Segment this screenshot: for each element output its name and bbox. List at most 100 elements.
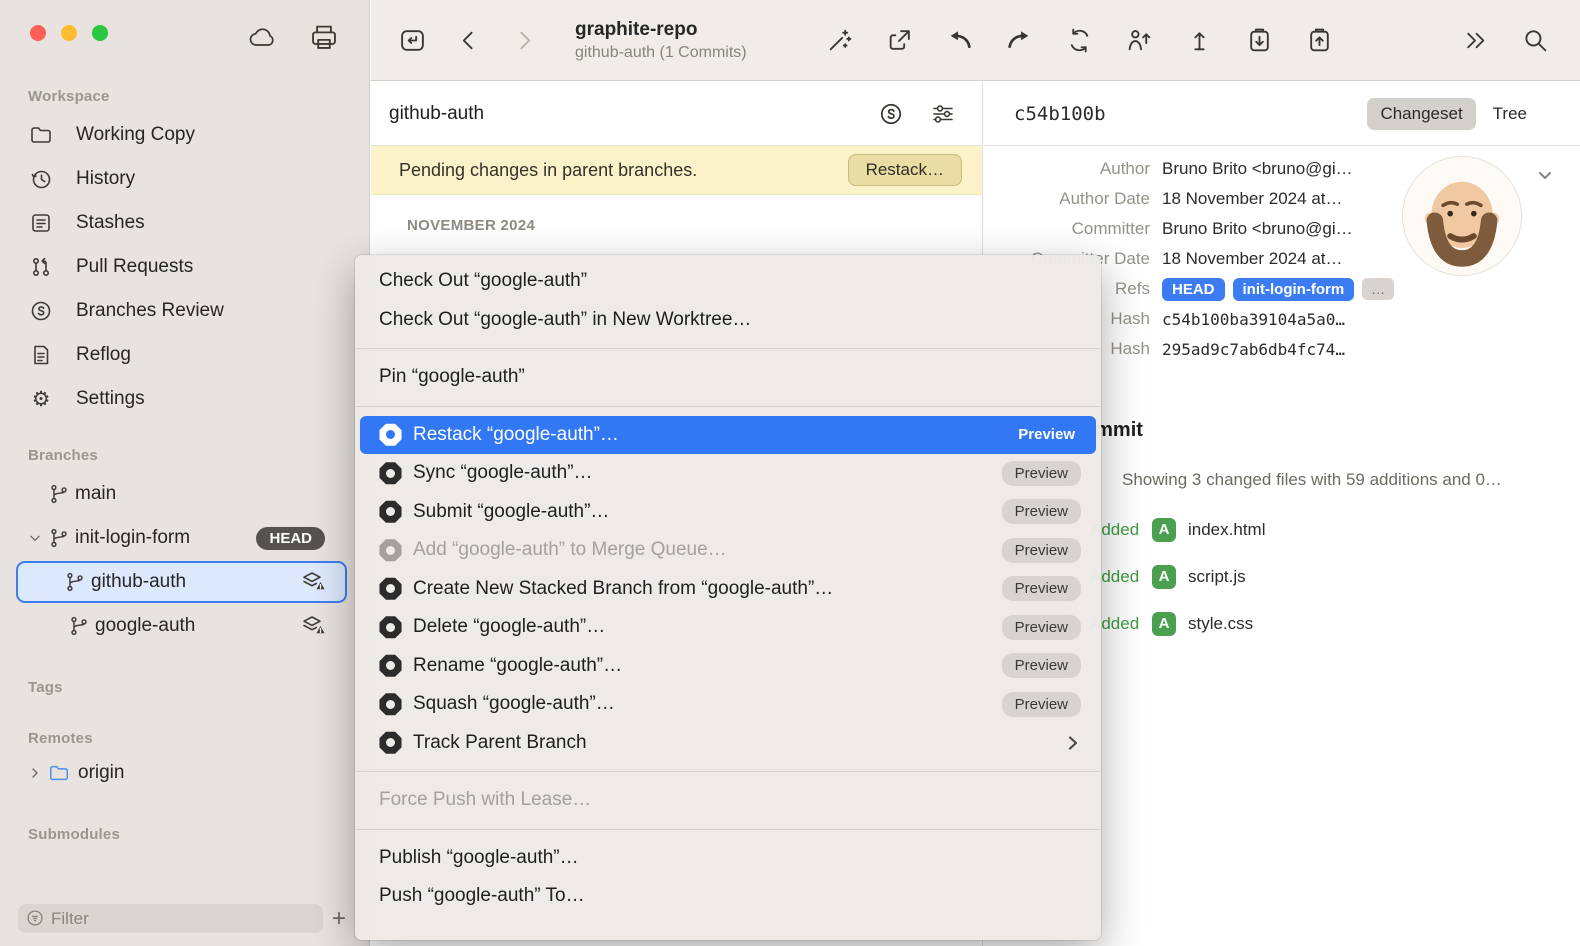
file-name: script.js bbox=[1188, 567, 1246, 587]
filter-options-icon[interactable] bbox=[928, 99, 958, 129]
branch-label: github-auth bbox=[91, 571, 186, 593]
wand-icon[interactable] bbox=[824, 25, 854, 55]
menu-item-publish[interactable]: Publish “google-auth”… bbox=[355, 839, 1101, 878]
menu-item-delete[interactable]: Delete “google-auth”…Preview bbox=[355, 608, 1101, 647]
back-icon[interactable] bbox=[453, 25, 483, 55]
cloud-icon[interactable] bbox=[245, 22, 279, 57]
menu-item-track-parent-branch[interactable]: Track Parent Branch bbox=[355, 724, 1101, 763]
filter-field[interactable] bbox=[18, 904, 323, 933]
window-title: graphite-repo bbox=[575, 19, 747, 41]
menu-item-rename[interactable]: Rename “google-auth”…Preview bbox=[355, 647, 1101, 686]
close-button[interactable] bbox=[30, 25, 46, 41]
sidebar-item-label: Branches Review bbox=[76, 300, 224, 322]
zoom-button[interactable] bbox=[92, 25, 108, 41]
add-button[interactable]: + bbox=[323, 907, 355, 931]
sidebar-branch-main[interactable]: main bbox=[0, 472, 369, 516]
preview-badge: Preview bbox=[1002, 461, 1081, 486]
minimize-button[interactable] bbox=[61, 25, 77, 41]
toolbar: graphite-repo github-auth (1 Commits) bbox=[371, 0, 1580, 81]
tab-changeset[interactable]: Changeset bbox=[1367, 98, 1475, 130]
sidebar-item-pull-requests[interactable]: Pull Requests bbox=[0, 245, 369, 289]
reflog-icon bbox=[28, 343, 54, 367]
more-toolbar-items-icon[interactable] bbox=[1460, 25, 1490, 55]
commit-id: c54b100b bbox=[1014, 103, 1106, 125]
file-status-badge: A bbox=[1152, 518, 1176, 542]
graphite-gem-icon bbox=[379, 616, 402, 639]
menu-item-checkout-worktree[interactable]: Check Out “google-auth” in New Worktree… bbox=[355, 301, 1101, 340]
open-repository-icon[interactable] bbox=[397, 25, 427, 55]
menu-item-push-to[interactable]: Push “google-auth” To… bbox=[355, 877, 1101, 916]
pull-arrow-icon[interactable] bbox=[1004, 25, 1034, 55]
date-group-header: NOVEMBER 2024 bbox=[407, 217, 982, 234]
menu-item-force-push-lease: Force Push with Lease… bbox=[355, 781, 1101, 820]
restack-button[interactable]: Restack… bbox=[848, 154, 962, 186]
sidebar-item-label: Settings bbox=[76, 388, 145, 410]
folder-icon bbox=[28, 123, 54, 147]
file-name: style.css bbox=[1188, 614, 1253, 634]
sidebar-item-history[interactable]: History bbox=[0, 157, 369, 201]
branch-icon bbox=[48, 527, 70, 549]
preview-badge: Preview bbox=[1002, 653, 1081, 678]
filter-input[interactable] bbox=[51, 909, 314, 929]
sidebar-branch-google-auth[interactable]: google-auth bbox=[0, 604, 369, 648]
menu-item-restack[interactable]: Restack “google-auth”…Preview bbox=[360, 416, 1096, 455]
sync-arrows-icon[interactable] bbox=[1064, 25, 1094, 55]
preview-badge: Preview bbox=[1002, 499, 1081, 524]
sidebar-item-label: Reflog bbox=[76, 344, 131, 366]
stacked-changes-icon[interactable] bbox=[876, 99, 906, 129]
push-arrow-icon[interactable] bbox=[1184, 25, 1214, 55]
refs-more-button[interactable]: … bbox=[1362, 278, 1394, 300]
forward-icon[interactable] bbox=[509, 25, 539, 55]
window-controls bbox=[30, 25, 108, 41]
chevron-down-icon[interactable] bbox=[22, 530, 48, 546]
person-arrow-icon[interactable] bbox=[1124, 25, 1154, 55]
sidebar-item-settings[interactable]: ⚙ Settings bbox=[0, 377, 369, 421]
tab-tree[interactable]: Tree bbox=[1480, 98, 1540, 130]
menu-item-add-merge-queue: Add “google-auth” to Merge Queue…Preview bbox=[355, 531, 1101, 570]
clipboard-up-icon[interactable] bbox=[1304, 25, 1334, 55]
author-avatar bbox=[1402, 156, 1522, 276]
sidebar-item-label: Pull Requests bbox=[76, 256, 193, 278]
menu-item-sync[interactable]: Sync “google-auth”…Preview bbox=[355, 454, 1101, 493]
clipboard-down-icon[interactable] bbox=[1244, 25, 1274, 55]
graphite-gem-icon bbox=[379, 577, 402, 600]
remote-folder-icon bbox=[48, 762, 70, 784]
stashes-icon bbox=[28, 211, 54, 235]
file-name: index.html bbox=[1188, 520, 1265, 540]
sidebar-branch-github-auth[interactable]: github-auth bbox=[16, 561, 347, 603]
search-icon[interactable] bbox=[1520, 25, 1550, 55]
chevron-right-icon[interactable] bbox=[22, 765, 48, 781]
pull-request-icon bbox=[28, 255, 54, 279]
menu-separator bbox=[356, 406, 1100, 407]
sidebar-remote-origin[interactable]: origin bbox=[0, 751, 369, 795]
menu-item-squash[interactable]: Squash “google-auth”…Preview bbox=[355, 685, 1101, 724]
collapse-details-chevron-icon[interactable] bbox=[1536, 166, 1554, 184]
sidebar-item-stashes[interactable]: Stashes bbox=[0, 201, 369, 245]
hash-value: c54b100ba39104a5a0… bbox=[1162, 310, 1345, 329]
author-label: Author bbox=[984, 159, 1150, 179]
share-arrow-icon[interactable] bbox=[884, 25, 914, 55]
branch-icon bbox=[64, 571, 86, 593]
remote-label: origin bbox=[78, 762, 124, 784]
printer-icon[interactable] bbox=[307, 22, 341, 57]
sidebar-item-branches-review[interactable]: Branches Review bbox=[0, 289, 369, 333]
graphite-gem-icon bbox=[379, 462, 402, 485]
sidebar-item-reflog[interactable]: Reflog bbox=[0, 333, 369, 377]
menu-item-checkout[interactable]: Check Out “google-auth” bbox=[355, 262, 1101, 301]
sidebar-branch-init-login-form[interactable]: init-login-form HEAD bbox=[0, 516, 369, 560]
committer-date-value: 18 November 2024 at… bbox=[1162, 249, 1343, 269]
committer-value: Bruno Brito <bruno@gi… bbox=[1162, 219, 1353, 239]
menu-item-create-stacked-branch[interactable]: Create New Stacked Branch from “google-a… bbox=[355, 570, 1101, 609]
parent-hash-value: 295ad9c7ab6db4fc74… bbox=[1162, 340, 1345, 359]
menu-separator bbox=[356, 829, 1100, 830]
app-window: Workspace Working Copy History Stashes P… bbox=[0, 0, 1580, 946]
branch-panel-title: github-auth bbox=[389, 103, 484, 125]
menu-item-pin[interactable]: Pin “google-auth” bbox=[355, 358, 1101, 397]
stack-warning-icon bbox=[301, 614, 327, 638]
graphite-gem-icon bbox=[379, 500, 402, 523]
sidebar-item-working-copy[interactable]: Working Copy bbox=[0, 113, 369, 157]
preview-badge: Preview bbox=[1002, 615, 1081, 640]
merge-arrow-icon[interactable] bbox=[944, 25, 974, 55]
menu-item-submit[interactable]: Submit “google-auth”…Preview bbox=[355, 493, 1101, 532]
view-toggle: Changeset Tree bbox=[1367, 98, 1540, 130]
